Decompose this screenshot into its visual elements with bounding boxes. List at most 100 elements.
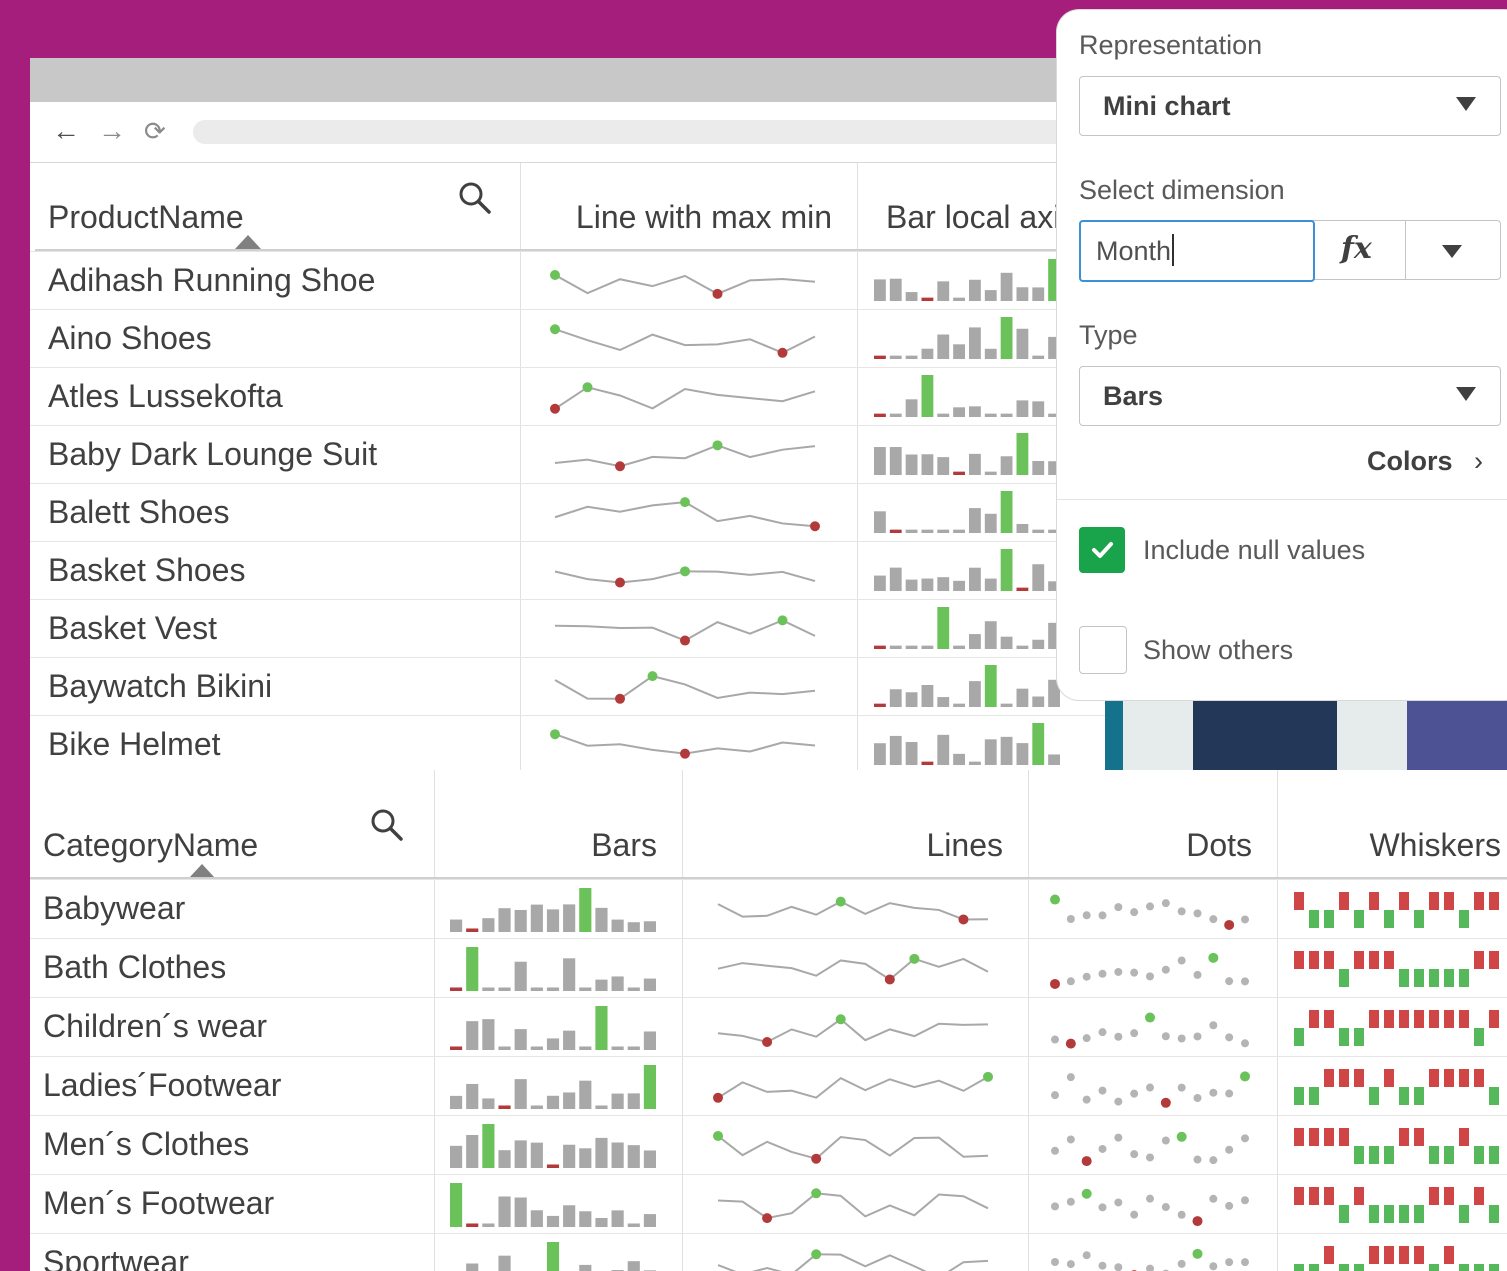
- address-bar[interactable]: [193, 120, 1193, 144]
- bars-sparkline: [450, 1183, 656, 1227]
- bar-mark: [530, 904, 543, 932]
- table-row[interactable]: Babywear: [30, 879, 1507, 939]
- include-null-checkbox[interactable]: [1079, 527, 1125, 573]
- dot-mark: [1098, 1203, 1107, 1212]
- bar-mark: [546, 1242, 560, 1271]
- whisker-mark: [1324, 1187, 1334, 1205]
- whisker-mark: [1414, 910, 1424, 928]
- search-icon[interactable]: [370, 808, 404, 842]
- table-row[interactable]: Men´s Clothes: [30, 1115, 1507, 1175]
- whisker-mark: [1459, 1128, 1469, 1146]
- dot-mark: [1225, 977, 1234, 986]
- line-sparkline: [554, 497, 820, 532]
- sparkline-path: [717, 1192, 989, 1220]
- bar-mark: [889, 567, 902, 591]
- dot-mark: [1241, 1039, 1249, 1048]
- whisker-mark: [1369, 951, 1379, 969]
- sparkline-path: [554, 274, 816, 295]
- header-productname[interactable]: ProductName: [30, 163, 521, 250]
- bar-mark: [482, 1019, 495, 1050]
- bar-mark: [627, 987, 640, 991]
- back-icon[interactable]: ←: [52, 114, 80, 148]
- header-whiskers[interactable]: Whiskers: [1278, 770, 1507, 878]
- whisker-mark: [1444, 969, 1454, 987]
- table-row[interactable]: Bath Clothes: [30, 938, 1507, 998]
- category-name: Men´s Footwear: [43, 1185, 275, 1221]
- whisker-mark: [1399, 1010, 1409, 1028]
- whisker-mark: [1444, 1146, 1454, 1164]
- bar-mark: [1000, 456, 1013, 475]
- dot-mark: [1066, 1260, 1075, 1269]
- dot-mark: [1082, 911, 1091, 920]
- bar-mark: [1016, 645, 1029, 649]
- dot-mark: [1081, 1188, 1092, 1199]
- header-dots[interactable]: Dots: [1029, 770, 1278, 878]
- whisker-mark: [1384, 1146, 1394, 1164]
- search-icon[interactable]: [458, 181, 492, 215]
- bar-mark: [595, 1137, 608, 1168]
- reload-icon[interactable]: ⟳: [144, 114, 166, 148]
- table-row[interactable]: Ladies´Footwear: [30, 1056, 1507, 1116]
- bar-sparkline: [874, 723, 1060, 765]
- dot-mark: [1050, 894, 1060, 905]
- dot-mark: [1161, 899, 1170, 908]
- type-dropdown[interactable]: Bars: [1079, 366, 1501, 426]
- bar-mark: [874, 703, 886, 707]
- whisker-mark: [1444, 1010, 1454, 1028]
- bar-mark: [969, 567, 981, 591]
- min-marker: [680, 748, 690, 759]
- bar-mark: [546, 987, 560, 991]
- category-name: Sportwear: [43, 1244, 189, 1271]
- bar-mark: [498, 1150, 511, 1168]
- header-bars[interactable]: Bars: [435, 770, 683, 878]
- line-sparkline: [554, 615, 816, 646]
- whisker-mark: [1324, 910, 1334, 928]
- bar-mark: [1000, 703, 1013, 707]
- bar-mark: [530, 1142, 543, 1168]
- dot-mark: [1209, 915, 1218, 924]
- bar-mark: [905, 454, 918, 475]
- bar-mark: [595, 1105, 608, 1109]
- bar-mark: [874, 355, 886, 359]
- expression-button[interactable]: fx: [1313, 221, 1406, 279]
- header-categoryname[interactable]: CategoryName: [30, 770, 435, 878]
- bar-mark: [595, 1006, 608, 1050]
- dimension-input[interactable]: Month: [1079, 220, 1315, 282]
- bar-mark: [514, 1140, 527, 1168]
- bar-sparkline: [874, 317, 1060, 359]
- header-lines[interactable]: Lines: [683, 770, 1029, 878]
- whisker-mark: [1429, 892, 1439, 910]
- whiskers-sparkline: [1294, 1069, 1499, 1105]
- bar-mark: [498, 1046, 511, 1050]
- whisker-mark: [1339, 1028, 1349, 1046]
- forward-icon[interactable]: →: [98, 114, 126, 148]
- whisker-mark: [1384, 1010, 1394, 1028]
- max-marker: [835, 1014, 846, 1025]
- bar-mark: [937, 697, 950, 707]
- bar-mark: [889, 447, 902, 475]
- bar-mark: [450, 1145, 463, 1168]
- table-row[interactable]: Men´s Footwear: [30, 1174, 1507, 1234]
- table-row[interactable]: Children´s wear: [30, 997, 1507, 1057]
- chevron-down-icon[interactable]: [1442, 245, 1462, 258]
- dot-mark: [1209, 1021, 1218, 1030]
- dot-mark: [1050, 978, 1060, 989]
- max-marker: [550, 269, 560, 280]
- bar-mark: [953, 753, 965, 765]
- bar-mark: [984, 471, 997, 475]
- colors-link[interactable]: Colors ›: [1367, 446, 1483, 477]
- max-marker: [712, 440, 723, 451]
- whisker-mark: [1324, 1128, 1334, 1146]
- representation-dropdown[interactable]: Mini chart: [1079, 76, 1501, 136]
- bar-mark: [579, 888, 592, 932]
- table-row[interactable]: Sportwear: [30, 1233, 1507, 1271]
- header-line-max-min[interactable]: Line with max min: [521, 163, 858, 250]
- bar-mark: [643, 1150, 656, 1168]
- bar-mark: [1032, 355, 1045, 359]
- dot-mark: [1193, 1093, 1202, 1102]
- min-marker: [615, 577, 625, 588]
- show-others-checkbox[interactable]: [1079, 626, 1127, 674]
- header-label: ProductName: [48, 199, 244, 235]
- whisker-mark: [1384, 910, 1394, 928]
- whisker-mark: [1294, 1087, 1304, 1105]
